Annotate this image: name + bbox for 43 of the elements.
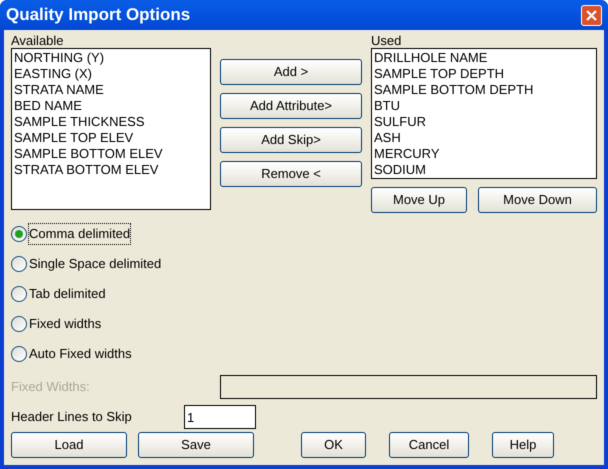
list-label: Used (371, 33, 402, 48)
list-item[interactable]: SAMPLE BOTTOM ELEV (14, 146, 208, 162)
radio-button[interactable]: Tab delimited (11, 285, 106, 303)
list-item[interactable]: SAMPLE TOP ELEV (14, 130, 208, 146)
list-item[interactable]: SAMPLE BOTTOM DEPTH (374, 82, 594, 98)
dialog-button[interactable]: Save (138, 432, 254, 458)
transfer-button[interactable]: Add > (220, 59, 362, 85)
fixed-widths-field[interactable] (220, 375, 597, 399)
list-item[interactable]: ASH (374, 130, 594, 146)
radio-button[interactable]: Fixed widths (11, 315, 102, 333)
order-button[interactable]: Move Up (371, 187, 467, 213)
header-lines-field[interactable]: 1 (184, 405, 256, 429)
field-label: Header Lines to Skip (11, 408, 133, 426)
field-label: Fixed Widths: (11, 378, 91, 396)
dialog-button[interactable]: OK (301, 432, 366, 458)
window-title: Quality Import Options (6, 4, 190, 26)
transfer-button[interactable]: Add Skip> (220, 127, 362, 153)
list-item[interactable]: BTU (374, 98, 594, 114)
list-item[interactable]: SAMPLE TOP DEPTH (374, 66, 594, 82)
list-item[interactable]: MERCURY (374, 146, 594, 162)
list-item[interactable]: STRATA BOTTOM ELEV (14, 162, 208, 178)
radio-button[interactable]: Auto Fixed widths (11, 345, 132, 363)
list-item[interactable]: SULFUR (374, 114, 594, 130)
close-icon (586, 10, 597, 20)
list-item[interactable]: EASTING (X) (14, 66, 208, 82)
close-button[interactable] (581, 4, 602, 26)
transfer-button[interactable]: Add Attribute> (220, 93, 362, 119)
dialog-button[interactable]: Cancel (389, 432, 469, 458)
list-item[interactable]: SAMPLE THICKNESS (14, 114, 208, 130)
used-list[interactable]: DRILLHOLE NAME SAMPLE TOP DEPTH SAMPLE BOTTOM DEPTH BTU SULFUR ASH MERCURY SODIUM (371, 48, 597, 179)
dialog-button[interactable]: Load (11, 432, 127, 458)
available-list[interactable]: NORTHING (Y) EASTING (X) STRATA NAME BED NAME SAMPLE THICKNESS SAMPLE TOP ELEV SAMPLE BOTTOM ELEV STRATA BOTTOM ELEV (11, 48, 211, 210)
list-label: Available (11, 33, 65, 48)
order-button[interactable]: Move Down (478, 187, 597, 213)
list-item[interactable]: SODIUM (374, 162, 594, 178)
list-item[interactable]: BED NAME (14, 98, 208, 114)
radio-button[interactable]: Single Space delimited (11, 255, 162, 273)
radio-button[interactable]: Comma delimited (11, 225, 130, 243)
list-item[interactable]: NORTHING (Y) (14, 50, 208, 66)
dialog-button[interactable]: Help (492, 432, 554, 458)
list-item[interactable]: DRILLHOLE NAME (374, 50, 594, 66)
transfer-button[interactable]: Remove < (220, 161, 362, 187)
list-item[interactable]: STRATA NAME (14, 82, 208, 98)
